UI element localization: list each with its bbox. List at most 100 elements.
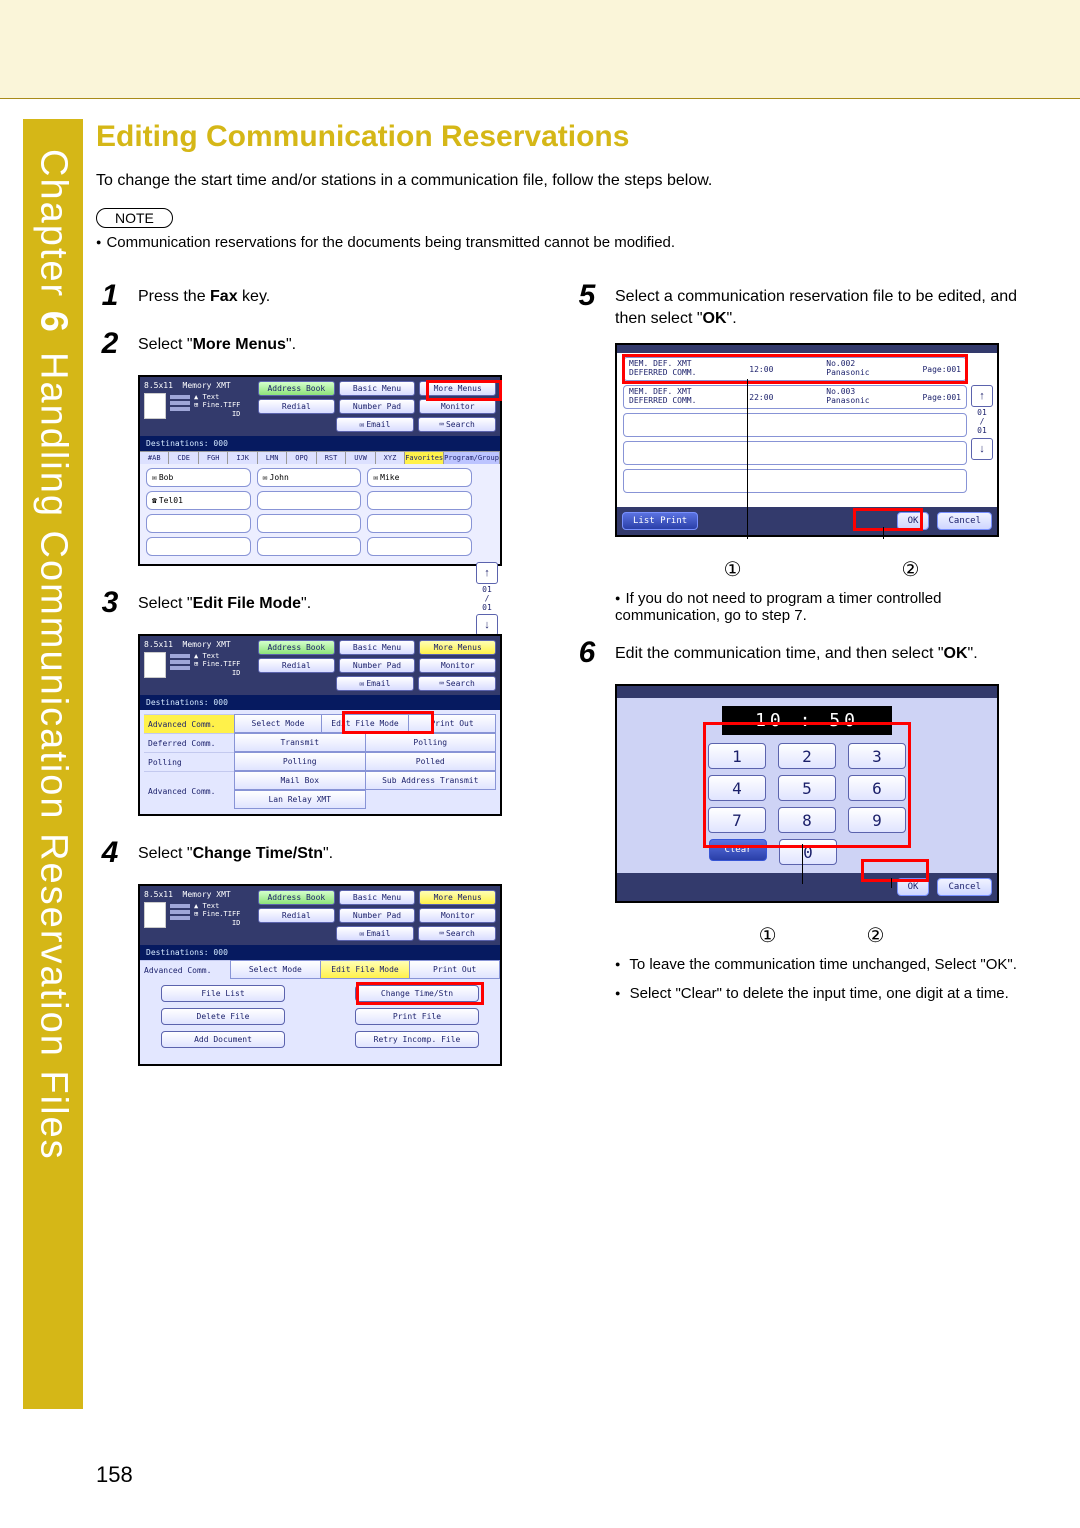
basic-menu-button[interactable]: Basic Menu <box>339 381 416 396</box>
more-menus-button[interactable]: More Menus <box>419 640 496 655</box>
clear-button[interactable]: Clear <box>709 839 767 861</box>
key-0[interactable]: 0 <box>779 839 837 865</box>
select-mode-button[interactable]: Select Mode <box>230 960 321 979</box>
file-list-button[interactable]: File List <box>161 985 285 1002</box>
key-2[interactable]: 2 <box>778 743 836 769</box>
tab-rst[interactable]: RST <box>317 452 346 464</box>
key-3[interactable]: 3 <box>848 743 906 769</box>
email-button[interactable]: ✉Email <box>336 417 414 432</box>
address-book-button[interactable]: Address Book <box>258 381 335 396</box>
key-9[interactable]: 9 <box>848 807 906 833</box>
address-book-button[interactable]: Address Book <box>258 640 335 655</box>
polling-button[interactable]: Polling <box>366 733 497 752</box>
ok-button[interactable]: OK <box>897 512 930 530</box>
edit-file-mode-button[interactable]: Edit File Mode <box>322 714 409 733</box>
row-advanced: Advanced Comm. <box>140 960 230 979</box>
contact-john[interactable]: ✉John <box>257 468 362 487</box>
select-mode-button[interactable]: Select Mode <box>234 714 322 733</box>
mailbox-button[interactable]: Mail Box <box>234 771 366 790</box>
tab-favorites[interactable]: Favorites <box>405 452 444 464</box>
number-pad-button[interactable]: Number Pad <box>339 658 416 673</box>
key-7[interactable]: 7 <box>708 807 766 833</box>
cancel-button[interactable]: Cancel <box>937 878 992 896</box>
step-2-text: Select "More Menus". <box>138 327 296 356</box>
tab-fgh[interactable]: FGH <box>199 452 228 464</box>
search-button[interactable]: ⌨Search <box>418 926 496 941</box>
address-book-button[interactable]: Address Book <box>258 890 335 905</box>
add-document-button[interactable]: Add Document <box>161 1031 285 1048</box>
monitor-button[interactable]: Monitor <box>419 658 496 673</box>
ok-button[interactable]: OK <box>897 878 930 896</box>
contact-tel01[interactable]: ☎Tel01 <box>146 491 251 510</box>
key-6[interactable]: 6 <box>848 775 906 801</box>
callout-2: ② <box>902 557 920 582</box>
key-5[interactable]: 5 <box>778 775 836 801</box>
reservation-row-2[interactable]: MEM. DEF. XMTDEFERRED COMM. 22:00 No.003… <box>623 385 967 409</box>
screenshot-keypad: 10 : 50 1 2 3 4 5 6 <box>615 684 999 903</box>
reservation-row-1[interactable]: MEM. DEF. XMTDEFERRED COMM. 12:00 No.002… <box>623 357 967 381</box>
tab-ab[interactable]: #AB <box>140 452 169 464</box>
list-print-button[interactable]: List Print <box>622 512 698 530</box>
step-1-text: Press the Fax key. <box>138 279 270 308</box>
scroll-up-button[interactable]: ↑ <box>971 385 993 407</box>
scroll-indicator: 01/01 <box>482 586 492 612</box>
more-menus-button[interactable]: More Menus <box>419 890 496 905</box>
basic-menu-button[interactable]: Basic Menu <box>339 890 416 905</box>
tab-uvw[interactable]: UVW <box>346 452 375 464</box>
email-button[interactable]: ✉Email <box>336 676 414 691</box>
tab-lmn[interactable]: LMN <box>258 452 287 464</box>
print-out-button[interactable]: Print Out <box>410 960 500 979</box>
number-pad-button[interactable]: Number Pad <box>339 908 416 923</box>
polling-button-2[interactable]: Polling <box>234 752 366 771</box>
monitor-button[interactable]: Monitor <box>419 399 496 414</box>
basic-menu-button[interactable]: Basic Menu <box>339 640 416 655</box>
key-4[interactable]: 4 <box>708 775 766 801</box>
print-file-button[interactable]: Print File <box>355 1008 479 1025</box>
top-band <box>0 0 1080 99</box>
scroll-indicator: 01/01 <box>977 409 987 435</box>
polled-button[interactable]: Polled <box>366 752 497 771</box>
number-pad-button[interactable]: Number Pad <box>339 399 416 414</box>
monitor-button[interactable]: Monitor <box>419 908 496 923</box>
search-button[interactable]: ⌨Search <box>418 676 496 691</box>
tab-xyz[interactable]: XYZ <box>376 452 405 464</box>
print-out-button[interactable]: Print Out <box>409 714 496 733</box>
step-4-text: Select "Change Time/Stn". <box>138 836 333 865</box>
redial-button[interactable]: Redial <box>258 658 335 673</box>
change-time-stn-button[interactable]: Change Time/Stn <box>355 985 479 1002</box>
tab-ijk[interactable]: IJK <box>228 452 257 464</box>
screenshot-change-time-stn: 8.5x11 Memory XMT ▲ Text⊞ Fine.TIFFID Ad… <box>138 884 502 1066</box>
tab-opq[interactable]: OPQ <box>287 452 316 464</box>
retry-incomp-button[interactable]: Retry Incomp. File <box>355 1031 479 1048</box>
step-4: 4 Select "Change Time/Stn". <box>96 836 551 870</box>
delete-file-button[interactable]: Delete File <box>161 1008 285 1025</box>
right-column: 5 Select a communication reservation fil… <box>573 279 1028 1086</box>
transmit-button[interactable]: Transmit <box>234 733 366 752</box>
cancel-button[interactable]: Cancel <box>937 512 992 530</box>
paper-icon <box>144 652 166 678</box>
key-8[interactable]: 8 <box>778 807 836 833</box>
redial-button[interactable]: Redial <box>258 399 335 414</box>
scroll-up-button[interactable]: ↑ <box>476 562 498 584</box>
scroll-down-button[interactable]: ↓ <box>971 438 993 460</box>
mail-icon: ✉ <box>360 420 365 429</box>
lan-relay-button[interactable]: Lan Relay XMT <box>234 790 366 809</box>
redial-button[interactable]: Redial <box>258 908 335 923</box>
step-6-note-1: To leave the communication time unchange… <box>615 956 1028 973</box>
search-button[interactable]: ⌨Search <box>418 417 496 432</box>
contact-bob[interactable]: ✉Bob <box>146 468 251 487</box>
tab-cde[interactable]: CDE <box>169 452 198 464</box>
email-button[interactable]: ✉Email <box>336 926 414 941</box>
intro-text: To change the start time and/or stations… <box>96 172 1056 190</box>
sub-address-button[interactable]: Sub Address Transmit <box>366 771 497 790</box>
step-3-text: Select "Edit File Mode". <box>138 586 311 615</box>
edit-file-mode-button[interactable]: Edit File Mode <box>321 960 411 979</box>
contact-mike[interactable]: ✉Mike <box>367 468 472 487</box>
content-area: Editing Communication Reservations To ch… <box>96 120 1056 1086</box>
time-display: 10 : 50 <box>722 706 892 735</box>
tab-program-group[interactable]: Program/Group <box>444 452 500 464</box>
note-pill: NOTE <box>96 208 173 228</box>
more-menus-button[interactable]: More Menus <box>419 381 496 396</box>
key-1[interactable]: 1 <box>708 743 766 769</box>
screenshot-reservation-list: MEM. DEF. XMTDEFERRED COMM. 12:00 No.002… <box>615 343 999 537</box>
